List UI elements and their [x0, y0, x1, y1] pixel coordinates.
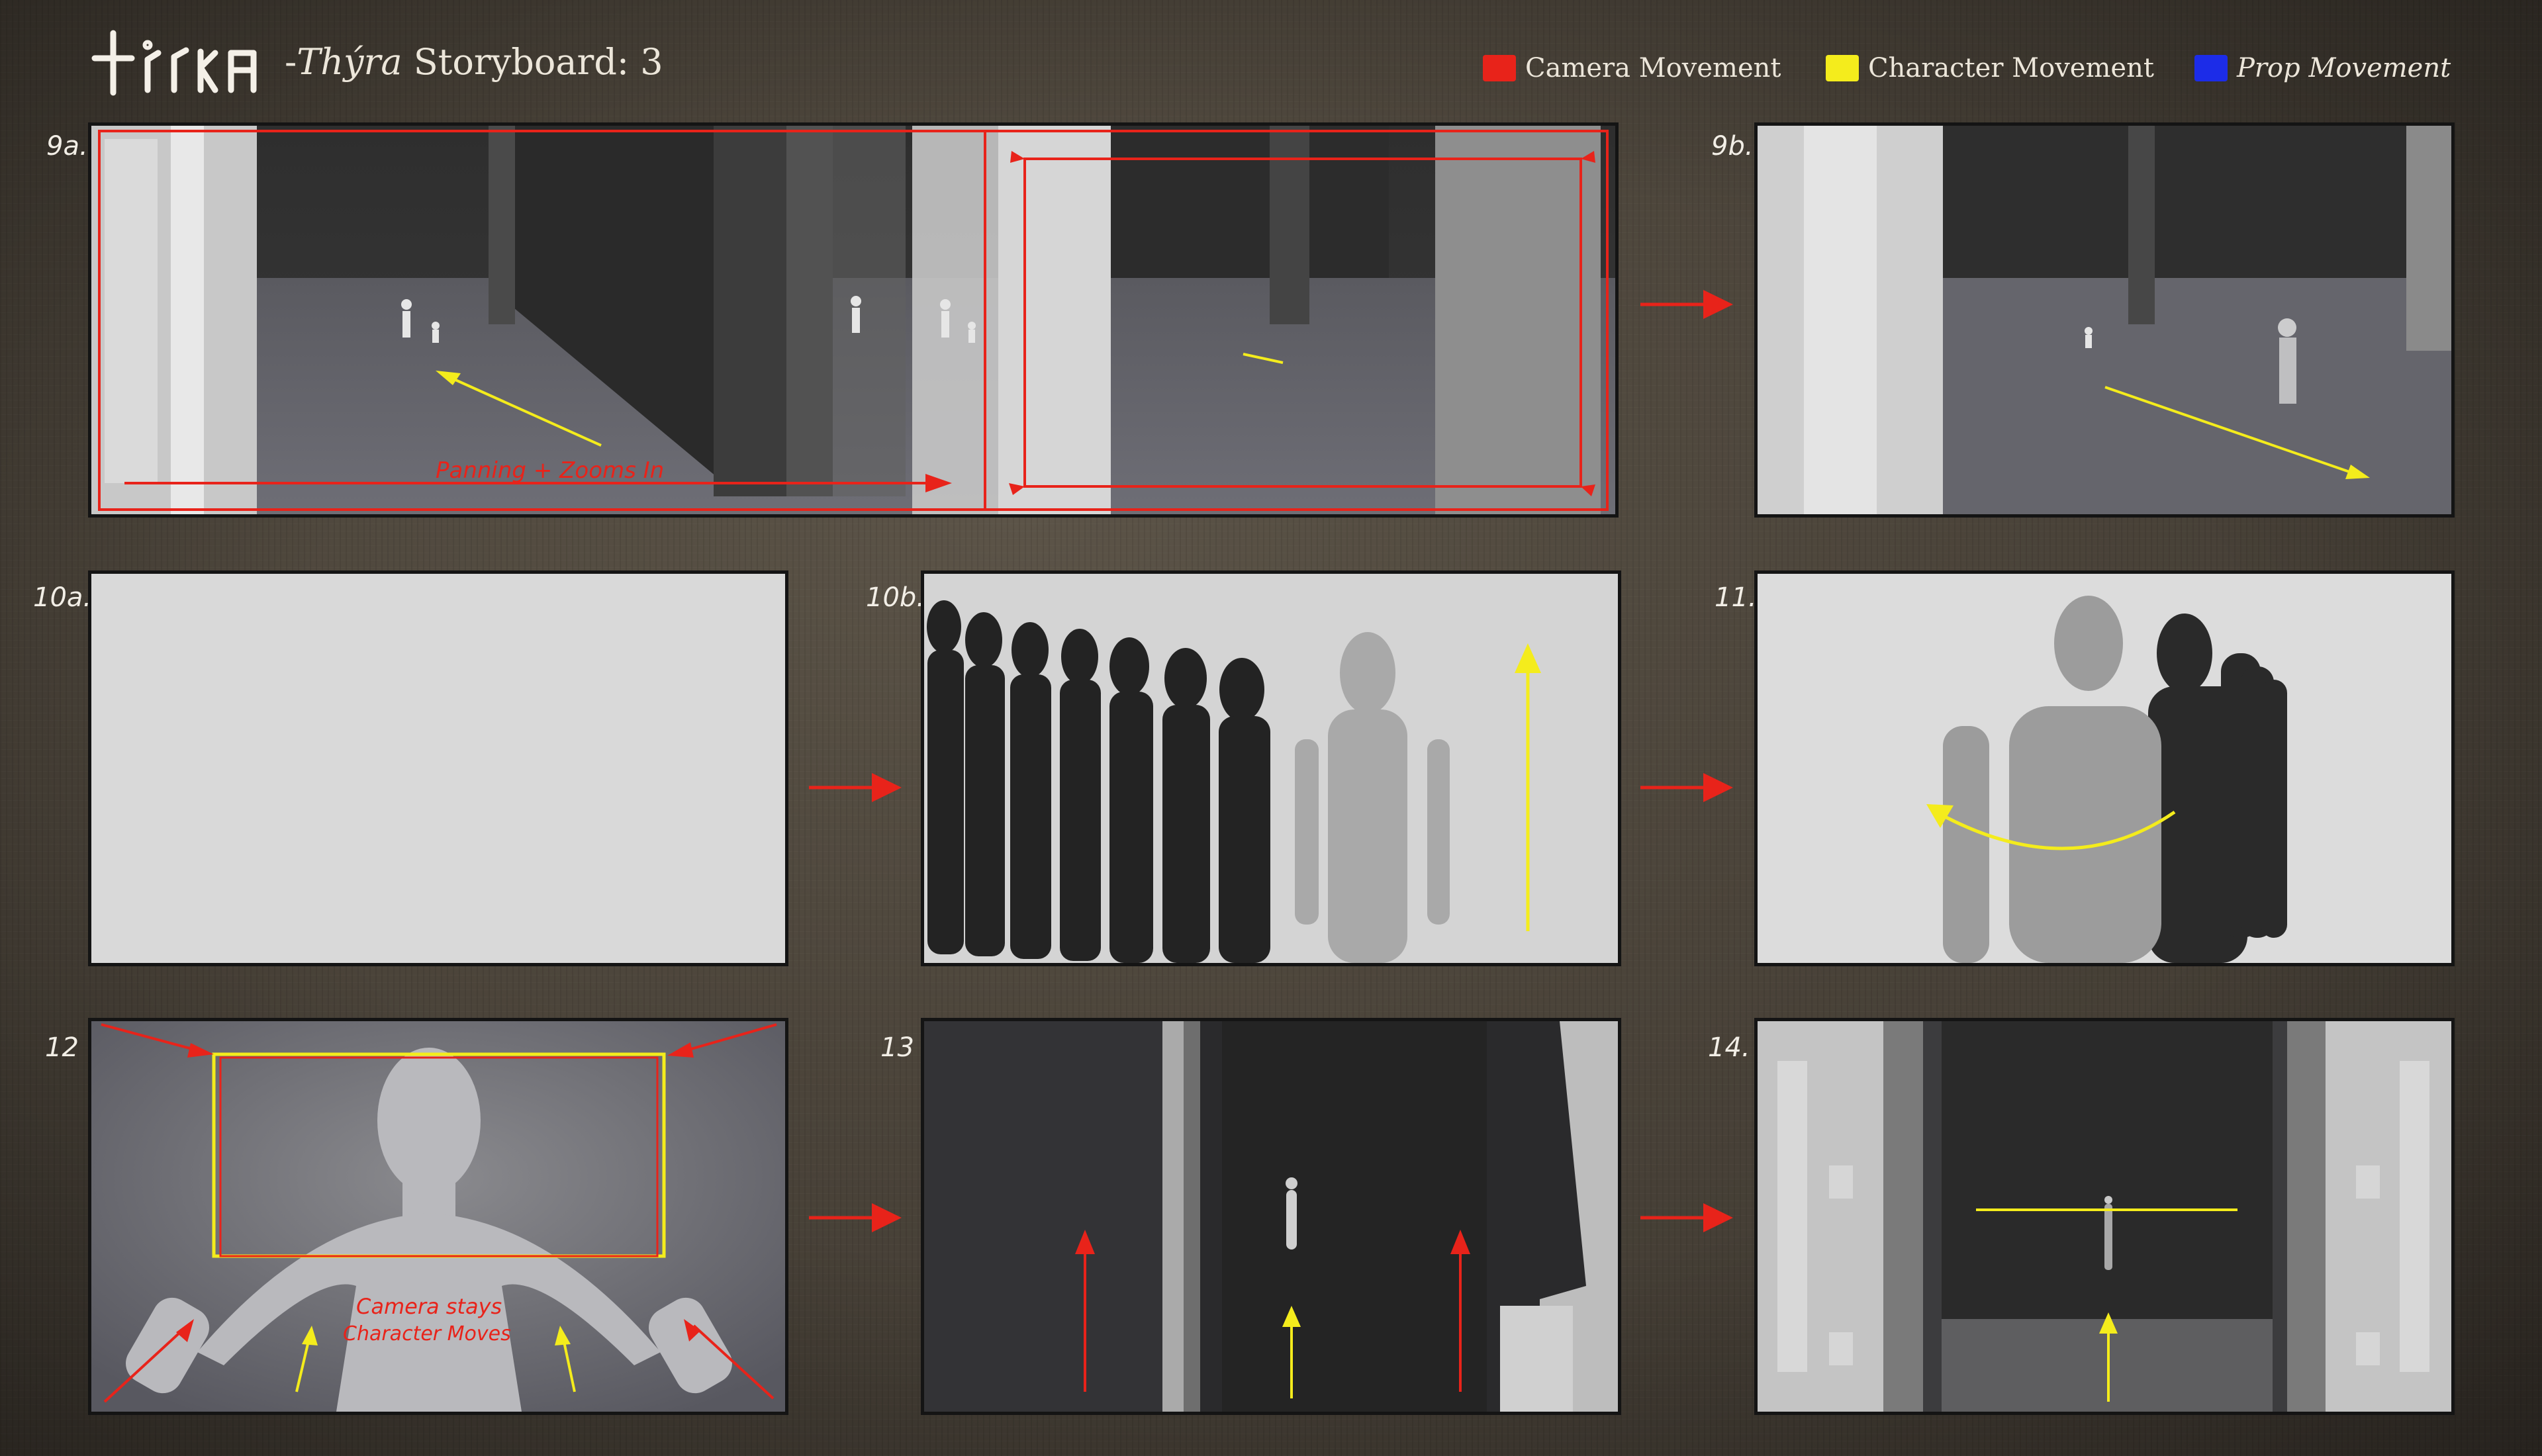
- legend-camera-label: Camera Movement: [1525, 53, 1781, 83]
- panel-10a-scene: [91, 574, 785, 963]
- legend-character: Character Movement: [1826, 52, 2154, 85]
- transition-arrow-13-14: [1640, 1203, 1733, 1232]
- transition-arrow-10b-11: [1640, 773, 1733, 802]
- panel-label-12: 12: [45, 1032, 79, 1063]
- panel-label-13: 13: [880, 1032, 914, 1063]
- panel-13-scene: [924, 1021, 1618, 1412]
- panel-10b[interactable]: [921, 570, 1621, 966]
- title-dash: -: [285, 41, 297, 83]
- panel-label-9b: 9b.: [1711, 131, 1754, 161]
- camera-stays-annotation: Camera stays: [356, 1294, 502, 1319]
- panel-11-scene: [1758, 574, 2451, 963]
- header: -Thýra Storyboard: 3 Camera Movement Cha…: [0, 0, 2542, 119]
- panel-12-scene: Camera stays Character Moves: [91, 1021, 785, 1412]
- panning-zoom-annotation: Panning + Zooms In: [436, 457, 664, 484]
- panel-14-scene: [1758, 1021, 2451, 1412]
- panel-label-11: 11.: [1715, 582, 1757, 613]
- prop-swatch: [2194, 55, 2228, 81]
- panel-9a[interactable]: Panning + Zooms In: [88, 122, 1619, 518]
- title-name: Thýra: [297, 41, 402, 83]
- panel-9a-scene: Panning + Zooms In: [91, 126, 1615, 514]
- legend-prop-label: Prop Movement: [2237, 53, 2451, 83]
- transition-arrow-10a-10b: [809, 773, 902, 802]
- panel-9b[interactable]: [1754, 122, 2455, 518]
- panel-11[interactable]: [1754, 570, 2455, 966]
- panel-label-9a: 9a.: [46, 131, 88, 161]
- panel-13[interactable]: [921, 1018, 1621, 1415]
- panel-9b-scene: [1758, 126, 2451, 514]
- legend-character-label: Character Movement: [1868, 53, 2154, 83]
- panel-10b-scene: [924, 574, 1618, 963]
- transition-arrow-12-13: [809, 1203, 902, 1232]
- camera-swatch: [1483, 55, 1516, 81]
- panel-label-10b: 10b.: [866, 582, 925, 613]
- panel-12[interactable]: Camera stays Character Moves: [88, 1018, 788, 1415]
- transition-arrow-9a-9b: [1640, 290, 1733, 319]
- thyra-rune-logo: [91, 30, 257, 96]
- page-title: -Thýra Storyboard: 3: [285, 41, 663, 83]
- panel-label-10a: 10a.: [33, 582, 92, 613]
- legend-prop: Prop Movement: [2194, 52, 2451, 85]
- panel-10a[interactable]: [88, 570, 788, 966]
- panel-14[interactable]: [1754, 1018, 2455, 1415]
- panel-label-14: 14.: [1708, 1032, 1750, 1063]
- character-moves-annotation: Character Moves: [343, 1322, 511, 1345]
- character-swatch: [1826, 55, 1859, 81]
- title-rest: Storyboard: 3: [402, 41, 663, 83]
- legend-camera: Camera Movement: [1483, 52, 1781, 85]
